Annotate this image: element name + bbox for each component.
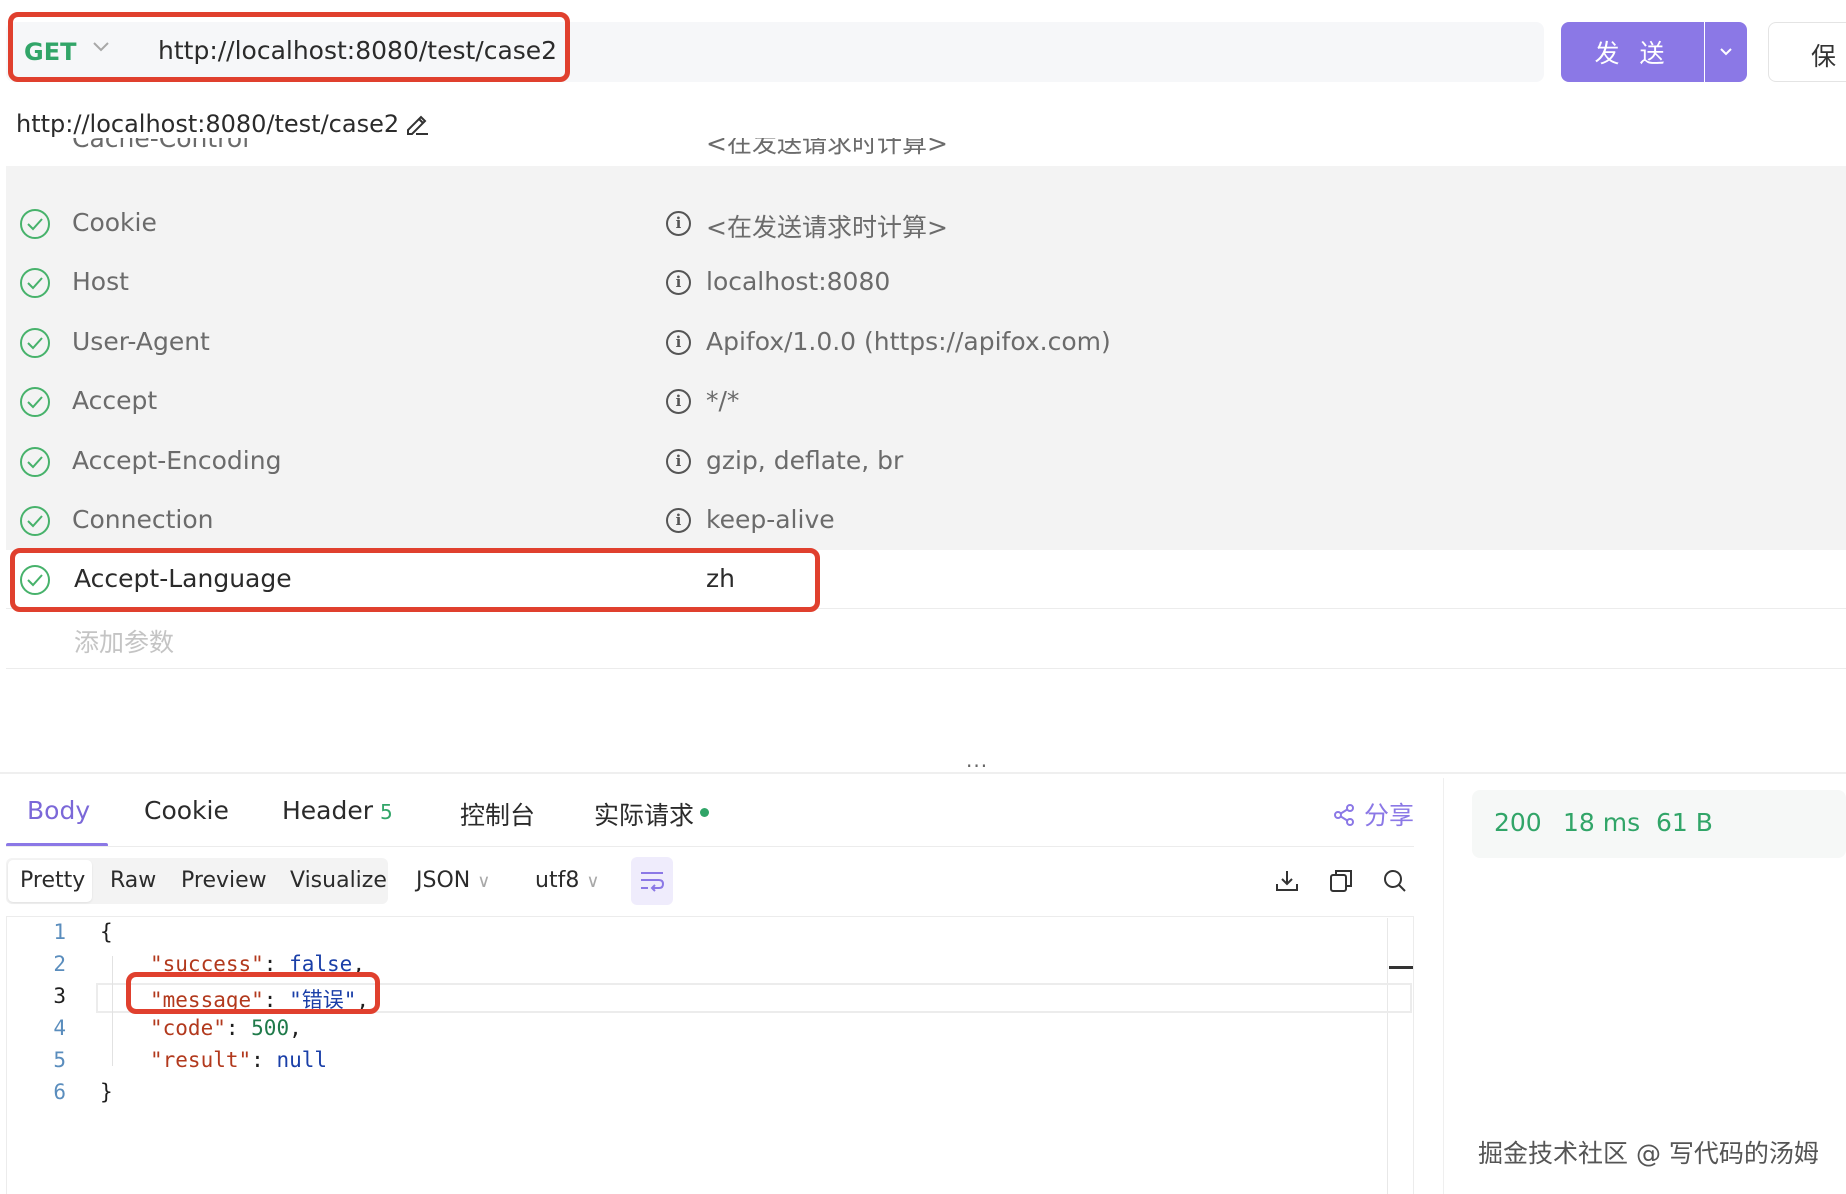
status-dot (700, 808, 709, 817)
send-dropdown-button[interactable] (1705, 22, 1747, 82)
info-icon[interactable]: i (666, 330, 691, 355)
add-param-placeholder[interactable]: 添加参数 (74, 623, 174, 659)
info-icon[interactable]: i (666, 508, 691, 533)
scroll-position-marker (1389, 966, 1413, 969)
tab-console[interactable]: 控制台 (460, 796, 535, 832)
header-row: User-Agent i Apifox/1.0.0 (https://apifo… (6, 313, 1846, 372)
watermark: 掘金技术社区 @ 写代码的汤姆 (1478, 1139, 1819, 1168)
add-param-row[interactable]: 添加参数 (6, 609, 1846, 669)
header-value: localhost:8080 (706, 267, 891, 296)
check-circle-icon[interactable] (20, 447, 50, 477)
edit-icon[interactable] (404, 110, 430, 140)
chevron-down-icon (1720, 48, 1732, 56)
code-line: } (100, 1080, 113, 1104)
info-icon[interactable]: i (666, 449, 691, 474)
header-key: Accept-Encoding (72, 446, 282, 475)
header-key: Accept (72, 386, 158, 415)
panel-splitter[interactable] (0, 772, 1846, 774)
header-value: */* (706, 386, 740, 415)
header-value: Apifox/1.0.0 (https://apifox.com) (706, 327, 1111, 356)
header-row: Accept i */* (6, 372, 1846, 431)
send-button[interactable]: 发 送 (1561, 22, 1704, 82)
share-icon (1334, 804, 1354, 826)
code-line: "result": null (150, 1048, 328, 1072)
json-key: "code" (150, 1016, 226, 1040)
json-value: 500 (251, 1016, 290, 1040)
chevron-down-icon: ∨ (586, 871, 600, 892)
indent-guide (112, 956, 113, 1066)
response-time: 18 ms (1563, 808, 1641, 837)
annotation-box-header (10, 548, 820, 612)
line-number: 5 (53, 1048, 66, 1072)
header-value: gzip, deflate, br (706, 446, 904, 475)
header-value: <在发送请求时计算> (706, 138, 948, 158)
header-row: Cookie i <在发送请求时计算> (6, 194, 1846, 253)
check-circle-icon[interactable] (20, 268, 50, 298)
view-pretty-button[interactable]: Pretty (20, 868, 85, 893)
response-size: 61 B (1656, 808, 1713, 837)
header-key: Connection (72, 505, 214, 534)
format-select[interactable]: JSON ∨ (416, 868, 490, 893)
header-row: Host i localhost:8080 (6, 253, 1846, 312)
chevron-down-icon: ∨ (477, 871, 491, 892)
drag-handle-icon[interactable]: ··· (966, 754, 988, 778)
tab-header[interactable]: Header (282, 796, 373, 825)
json-key: "result" (150, 1048, 252, 1072)
header-value: <在发送请求时计算> (706, 213, 948, 242)
encoding-value: utf8 (535, 868, 580, 893)
tab-actual-request[interactable]: 实际请求 (594, 796, 694, 832)
header-row-partial: Cache-Control <在发送请求时计算> (6, 138, 1846, 166)
code-line: { (100, 920, 113, 944)
json-value: null (276, 1048, 328, 1072)
annotation-box-message (126, 972, 380, 1014)
info-icon[interactable]: i (666, 211, 691, 236)
status-code: 200 (1494, 808, 1542, 837)
line-number: 3 (53, 984, 66, 1008)
header-row: Connection i keep-alive (6, 491, 1846, 550)
line-number: 1 (53, 920, 66, 944)
view-raw-button[interactable]: Raw (110, 868, 156, 893)
line-number: 6 (53, 1080, 66, 1104)
header-count-badge: 5 (380, 800, 393, 824)
info-icon[interactable]: i (666, 270, 691, 295)
panel-divider (1443, 778, 1444, 1194)
editor-scrollbar[interactable] (1387, 918, 1388, 1194)
download-icon[interactable] (1274, 868, 1300, 898)
view-visualize-button[interactable]: Visualize (290, 868, 387, 893)
info-icon[interactable]: i (666, 389, 691, 414)
header-key: Cookie (72, 208, 157, 237)
share-button[interactable]: 分享 (1332, 796, 1414, 832)
header-key: User-Agent (72, 327, 210, 356)
wrap-lines-button[interactable] (631, 857, 673, 905)
line-number: 4 (53, 1016, 66, 1040)
json-brace: { (100, 920, 113, 944)
format-value: JSON (416, 868, 471, 893)
encoding-select[interactable]: utf8 ∨ (535, 868, 600, 893)
tab-cookie[interactable]: Cookie (144, 796, 229, 825)
header-row: Accept-Encoding i gzip, deflate, br (6, 432, 1846, 491)
header-value: keep-alive (706, 505, 835, 534)
header-key: Host (72, 267, 129, 296)
copy-icon[interactable] (1328, 868, 1354, 898)
json-brace: } (100, 1080, 113, 1104)
search-icon[interactable] (1382, 868, 1408, 898)
check-circle-icon[interactable] (20, 387, 50, 417)
header-key: Cache-Control (72, 138, 250, 153)
tabs-divider (6, 846, 1414, 847)
annotation-box-url (8, 12, 570, 82)
wrap-icon (641, 872, 665, 892)
check-circle-icon[interactable] (20, 506, 50, 536)
save-button[interactable]: 保 (1768, 22, 1846, 82)
view-preview-button[interactable]: Preview (181, 868, 267, 893)
url-display: http://localhost:8080/test/case2 (16, 110, 400, 138)
tab-body[interactable]: Body (27, 796, 90, 825)
check-circle-icon[interactable] (20, 209, 50, 239)
line-number: 2 (53, 952, 66, 976)
code-line: "code": 500, (150, 1016, 302, 1040)
share-label: 分享 (1363, 801, 1414, 830)
check-circle-icon[interactable] (20, 328, 50, 358)
